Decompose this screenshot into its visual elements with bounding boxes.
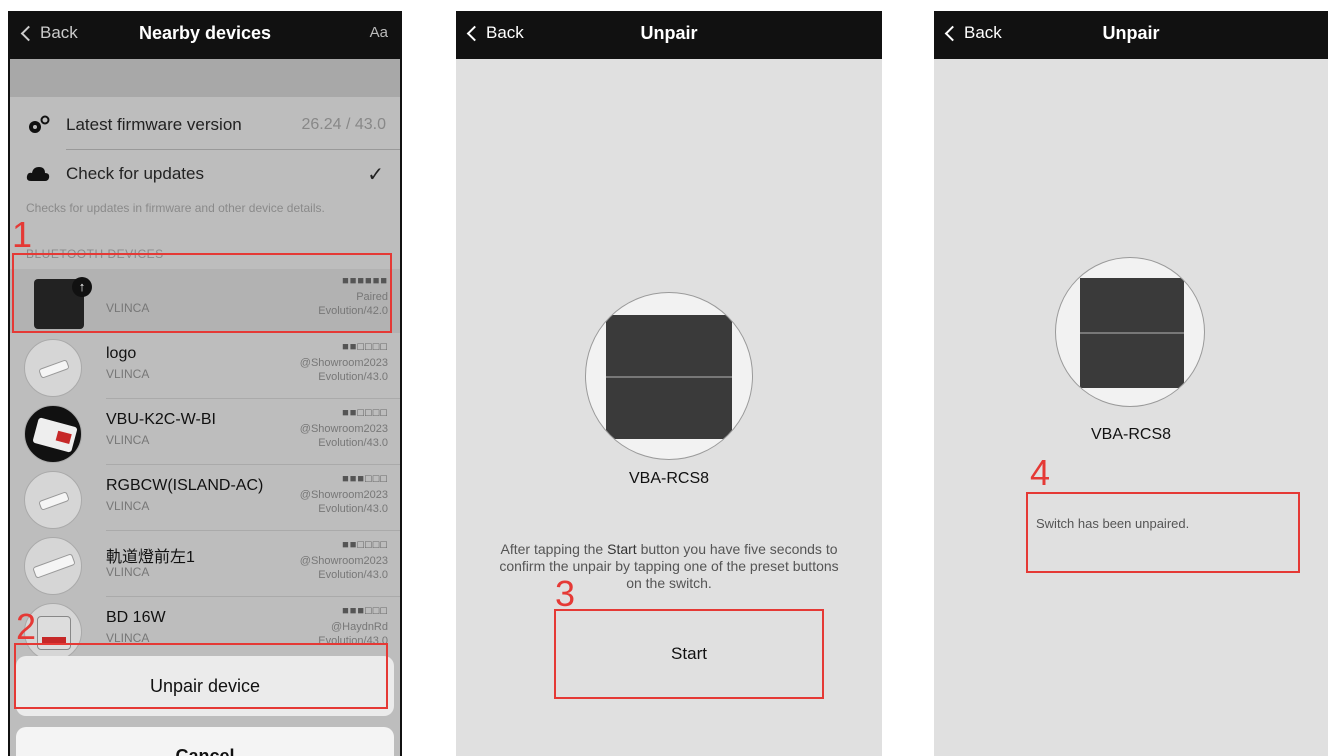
device-firmware: Evolution/43.0 [318, 437, 388, 449]
nearby-devices-screen: Back Nearby devices Aa Latest firmware v… [8, 11, 402, 756]
cloud-icon [26, 167, 50, 181]
back-button[interactable]: Back [466, 23, 524, 43]
back-label: Back [40, 23, 78, 42]
device-name: logo [106, 345, 137, 362]
device-name: BD 16W [106, 609, 166, 626]
header-strip [10, 59, 400, 97]
firmware-label: Latest firmware version [66, 115, 242, 134]
device-name: 軌道燈前左1 [106, 549, 195, 566]
device-row[interactable]: VBU-K2C-W-BI VLINCA ■■□□□□ @Showroom2023… [10, 401, 400, 465]
updates-hint: Checks for updates in firmware and other… [26, 201, 325, 215]
highlight-box-step-4 [1026, 492, 1300, 573]
unpair-instructions: After tapping the Start button you have … [492, 541, 846, 592]
device-location: @HaydnRd [330, 621, 388, 633]
device-row[interactable]: RGBCW(ISLAND-AC) VLINCA ■■■□□□ @Showroom… [10, 467, 400, 531]
device-location: @Showroom2023 [299, 357, 388, 369]
nav-bar: Back Nearby devices Aa [10, 11, 400, 59]
divider [106, 530, 400, 531]
highlight-box-step-2 [14, 643, 388, 709]
check-updates-row[interactable]: Check for updates ✓ [10, 150, 400, 198]
device-image [585, 292, 753, 460]
highlight-box-step-1 [12, 253, 392, 333]
device-brand: VLINCA [106, 367, 150, 381]
device-name: RGBCW(ISLAND-AC) [106, 477, 264, 494]
signal-strength: ■■□□□□ [342, 341, 388, 353]
instructions-text: After tapping the [500, 541, 608, 557]
step-number-3: 3 [555, 573, 576, 614]
device-location: @Showroom2023 [299, 555, 388, 567]
highlight-box-step-3 [554, 609, 824, 699]
firmware-value: 26.24 / 43.0 [301, 116, 386, 133]
device-brand: VLINCA [106, 565, 150, 579]
signal-strength: ■■■□□□ [342, 473, 388, 485]
text-size-button[interactable]: Aa [370, 24, 388, 41]
device-name: VBU-K2C-W-BI [106, 411, 216, 428]
device-name: VBA-RCS8 [1090, 426, 1172, 443]
signal-strength: ■■□□□□ [342, 539, 388, 551]
chevron-left-icon [944, 25, 961, 41]
check-updates-label: Check for updates [66, 164, 204, 183]
nav-bar: Back Unpair [456, 11, 882, 59]
device-thumbnail [24, 339, 82, 397]
back-button[interactable]: Back [20, 23, 78, 43]
chevron-left-icon [20, 25, 37, 41]
device-firmware: Evolution/43.0 [318, 503, 388, 515]
step-number-2: 2 [16, 606, 37, 647]
chevron-left-icon [466, 25, 483, 41]
device-row[interactable]: 軌道燈前左1 VLINCA ■■□□□□ @Showroom2023 Evolu… [10, 533, 400, 597]
divider [106, 398, 400, 399]
back-button[interactable]: Back [944, 23, 1002, 43]
device-location: @Showroom2023 [299, 423, 388, 435]
device-name: VBA-RCS8 [628, 470, 710, 487]
step-number-1: 1 [12, 214, 33, 255]
device-image [1055, 257, 1205, 407]
device-firmware: Evolution/43.0 [318, 569, 388, 581]
device-firmware: Evolution/43.0 [318, 371, 388, 383]
back-label: Back [964, 23, 1002, 42]
signal-strength: ■■□□□□ [342, 407, 388, 419]
gears-icon [29, 115, 50, 133]
unpair-complete-screen: Back Unpair VBA-RCS8 Switch has been unp… [934, 11, 1328, 756]
device-location: @Showroom2023 [299, 489, 388, 501]
nav-bar: Back Unpair [934, 11, 1328, 59]
device-thumbnail [24, 537, 82, 595]
checkmark-icon: ✓ [367, 163, 384, 186]
device-brand: VLINCA [106, 499, 150, 513]
instructions-start-term: Start [607, 541, 637, 557]
unpair-start-screen: Back Unpair VBA-RCS8 After tapping the S… [456, 11, 882, 756]
device-brand: VLINCA [106, 433, 150, 447]
firmware-row[interactable]: Latest firmware version 26.24 / 43.0 [10, 101, 400, 149]
divider [106, 596, 400, 597]
signal-strength: ■■■□□□ [342, 605, 388, 617]
divider [106, 464, 400, 465]
device-row[interactable]: logo VLINCA ■■□□□□ @Showroom2023 Evoluti… [10, 335, 400, 399]
cancel-button[interactable]: Cancel [16, 727, 394, 756]
switch-panel-image [606, 315, 732, 439]
device-thumbnail [24, 405, 82, 463]
device-thumbnail [24, 471, 82, 529]
back-label: Back [486, 23, 524, 42]
switch-panel-image [1080, 278, 1184, 388]
step-number-4: 4 [1030, 452, 1051, 493]
